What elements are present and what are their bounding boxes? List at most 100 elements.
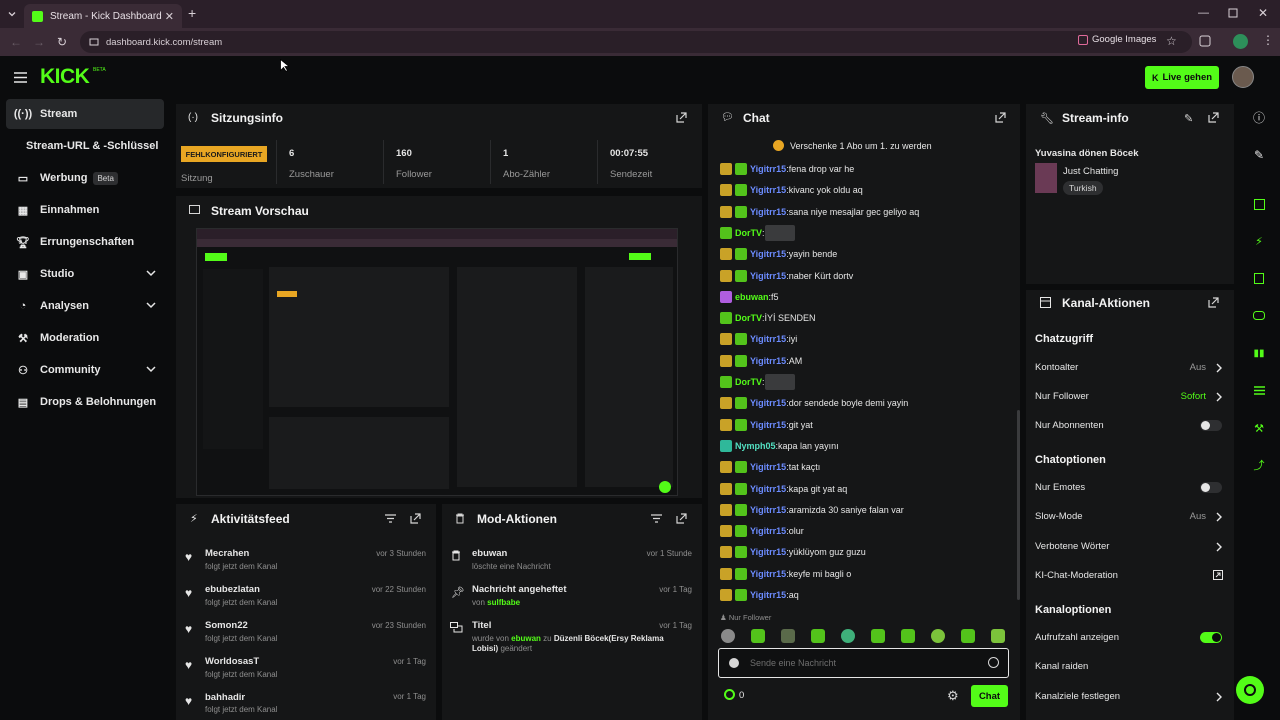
sidebar-item-werbung[interactable]: ▭ Werbung Beta [6,163,164,193]
chevron-right-icon[interactable] [1215,692,1223,702]
address-bar[interactable]: dashboard.kick.com/stream [80,31,1192,53]
forward-icon[interactable]: → [33,35,45,49]
chat-message[interactable]: DorTV: İYİ SENDEN [720,310,816,326]
reload-icon[interactable]: ↻ [57,35,67,49]
chat-message[interactable]: Nymph05: kapa lan yayını [720,438,839,454]
popout-icon[interactable] [1208,297,1220,309]
chat-message[interactable]: Yigitrr15: aramizda 30 saniye falan var [720,502,904,518]
tab-close-icon[interactable]: ✕ [165,10,174,23]
chevron-right-icon[interactable] [1215,512,1223,522]
chat-username[interactable]: Yigitrr15 [750,356,786,366]
followers-only-label[interactable]: Nur Follower [1035,391,1089,402]
emote[interactable] [721,629,735,643]
chat-username[interactable]: Yigitrr15 [750,164,786,174]
profile-avatar[interactable] [1233,34,1248,49]
activity-user[interactable]: Mecrahen [205,548,249,559]
stream-category[interactable]: Just Chatting [1063,166,1118,177]
chat-scrollbar[interactable] [1017,410,1020,600]
popout-icon[interactable] [676,513,688,525]
bookmark-star-icon[interactable]: ☆ [1166,34,1177,48]
popout-icon[interactable] [410,513,422,525]
chat-settings-gear-icon[interactable]: ⚙ [947,688,959,704]
emote[interactable] [751,629,765,643]
banned-words-label[interactable]: Verbotene Wörter [1035,541,1109,552]
gift-sub-promo[interactable]: Verschenke 1 Abo um 1. zu werden [773,140,932,151]
rail-tool-icon[interactable] [1246,191,1272,217]
go-live-button[interactable]: K Live gehen [1145,66,1219,89]
chat-username[interactable]: Yigitrr15 [750,398,786,408]
sidebar-item-drops[interactable]: ▤ Drops & Belohnungen [6,387,164,417]
chevron-right-icon[interactable] [1215,542,1223,552]
activity-user[interactable]: bahhadir [205,692,245,703]
account-age-label[interactable]: Kontoalter [1035,362,1078,373]
chat-message[interactable]: Yigitrr15: aq [720,587,799,603]
account-age-value[interactable]: Aus [1170,362,1206,373]
raid-channel-label[interactable]: Kanal raiden [1035,661,1088,672]
chat-username[interactable]: DorTV [735,377,762,387]
chat-message[interactable]: Yigitrr15: dor sendede boyle demi yayin [720,395,908,411]
chat-message[interactable]: Yigitrr15: keyfe mi bagli o [720,566,851,582]
chat-username[interactable]: DorTV [735,228,762,238]
hammer-icon[interactable]: ⚒ [1246,415,1272,441]
stream-preview-video[interactable] [196,228,678,496]
emote[interactable] [811,629,825,643]
sidebar-item-studio[interactable]: ▣ Studio [6,259,164,289]
chat-message[interactable]: Yigitrr15: tat kaçtı [720,459,820,475]
show-viewers-toggle[interactable] [1200,632,1222,643]
sidebar-item-stream[interactable]: ((·)) Stream [6,99,164,129]
chat-message[interactable]: Yigitrr15: kivanc yok oldu aq [720,182,863,198]
popout-icon[interactable] [995,112,1007,124]
chat-message[interactable]: Yigitrr15: iyi [720,331,797,347]
list-icon[interactable] [1246,377,1272,403]
sidebar-item-analysen[interactable]: ◔ Analysen [6,291,164,321]
sidebar-item-community[interactable]: ⚇ Community [6,355,164,385]
lightning-icon[interactable]: ⚡︎ [1246,228,1272,254]
chat-input[interactable]: Sende eine Nachricht [718,648,1009,678]
mod-user[interactable]: ebuwan [472,548,507,559]
external-link-icon[interactable] [1213,570,1223,580]
chat-username[interactable]: Yigitrr15 [750,505,786,515]
edit-pencil-icon[interactable]: ✎ [1184,112,1193,125]
sidebar-item-moderation[interactable]: ⚒ Moderation [6,323,164,353]
filter-icon[interactable] [651,514,663,526]
slow-mode-value[interactable]: Aus [1170,511,1206,522]
chat-message[interactable]: Yigitrr15: yayin bende [720,246,837,262]
chat-message[interactable]: DorTV: [720,374,795,390]
minimize-icon[interactable]: — [1198,7,1209,19]
chat-username[interactable]: Yigitrr15 [750,526,786,536]
chevron-right-icon[interactable] [1215,363,1223,373]
activity-user[interactable]: Somon22 [205,620,248,631]
activity-user[interactable]: ebubezlatan [205,584,260,595]
emote[interactable] [901,629,915,643]
emote[interactable] [961,629,975,643]
split-icon[interactable]: ▮▮ [1246,340,1272,366]
timer-icon[interactable] [1246,265,1272,291]
emote[interactable] [871,629,885,643]
popout-icon[interactable] [1208,112,1220,124]
chat-username[interactable]: ebuwan [735,292,769,302]
chat-message[interactable]: Yigitrr15: kapa git yat aq [720,481,847,497]
extensions-icon[interactable] [1199,35,1211,47]
browser-menu-icon[interactable]: ⋮ [1262,33,1274,47]
browser-tab[interactable]: Stream - Kick Dashboard ✕ [24,4,182,28]
slow-mode-label[interactable]: Slow-Mode [1035,511,1083,522]
info-icon[interactable]: ⓘ [1246,104,1272,130]
chat-username[interactable]: Yigitrr15 [750,462,786,472]
chat-message[interactable]: Yigitrr15: git yat [720,417,813,433]
chat-message[interactable]: Yigitrr15: naber Kürt dortv [720,268,853,284]
tab-list-icon[interactable] [6,8,18,20]
chat-username[interactable]: Yigitrr15 [750,590,786,600]
sidebar-item-stream-url-key[interactable]: Stream-URL & -Schlüssel [6,131,164,161]
new-tab-icon[interactable]: + [188,5,196,21]
maximize-icon[interactable] [1228,8,1238,18]
chat-message[interactable]: ebuwan: f5 [720,289,779,305]
google-images-button[interactable]: Google Images [1078,34,1156,45]
chat-username[interactable]: Yigitrr15 [750,249,786,259]
hamburger-menu-icon[interactable] [14,72,27,83]
chat-message[interactable]: Yigitrr15: olur [720,523,804,539]
chat-message[interactable]: DorTV: [720,225,795,241]
mod-user[interactable]: ebuwan [511,634,541,643]
share-icon[interactable]: ⤴ [1246,452,1272,478]
chat-username[interactable]: Yigitrr15 [750,420,786,430]
sidebar-item-errungenschaften[interactable]: 🏆︎ Errungenschaften [6,227,164,257]
